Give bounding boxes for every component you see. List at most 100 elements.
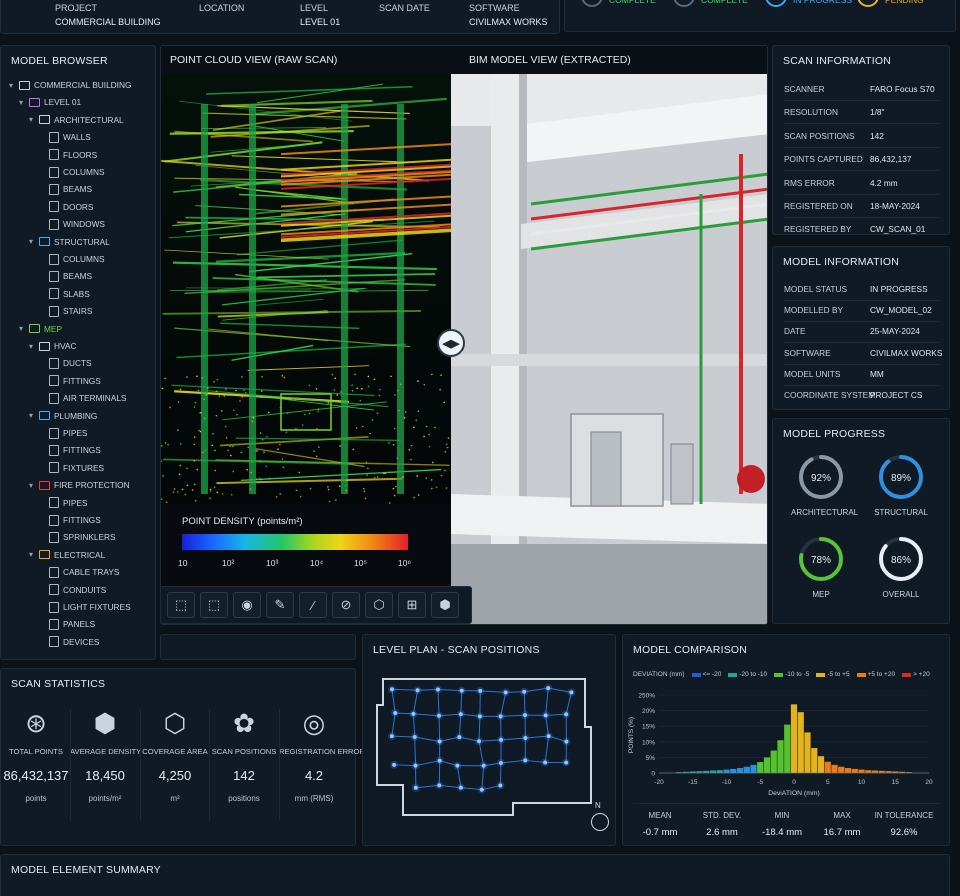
tree-item[interactable]: FITTINGS xyxy=(37,443,101,457)
model-viewer[interactable]: POINT CLOUD VIEW (RAW SCAN) BIM MODEL VI… xyxy=(160,45,768,625)
tree-item-label: FITTINGS xyxy=(63,375,101,386)
tree-item[interactable]: COLUMNS xyxy=(37,165,105,179)
tree-item[interactable]: CONDUITS xyxy=(37,583,106,597)
chevron-down-icon[interactable]: ▾ xyxy=(27,237,35,246)
toolbar-button[interactable]: ⬚ xyxy=(167,592,195,618)
chevron-down-icon[interactable]: ▾ xyxy=(7,81,15,90)
tree-item[interactable]: ▾ MEP xyxy=(17,322,62,336)
tree-item[interactable]: STAIRS xyxy=(37,304,92,318)
comparison-stat: IN TOLERANCE 92.6% xyxy=(873,811,935,838)
tree-item[interactable]: ▾ HVAC xyxy=(27,339,76,353)
folder-icon xyxy=(19,80,30,90)
toolbar-button[interactable]: ⬡ xyxy=(365,592,393,618)
tree-item-label: FLOORS xyxy=(63,149,98,160)
project-label: PROJECT xyxy=(55,3,98,13)
toolbar-button[interactable]: ⁄ xyxy=(299,592,327,618)
tree-item[interactable]: BEAMS xyxy=(37,269,92,283)
chevron-down-icon[interactable]: ▾ xyxy=(27,481,35,490)
chevron-down-icon[interactable]: ▾ xyxy=(27,115,35,124)
chevron-down-icon[interactable]: ▾ xyxy=(27,411,35,420)
stat-column: ⊛ TOTAL POINTS 86,432,137 points xyxy=(1,709,71,803)
tree-item[interactable]: DOORS xyxy=(37,200,93,214)
view-splitter-handle[interactable]: ◀▶ xyxy=(437,329,465,357)
tree-item[interactable]: ▾ ARCHITECTURAL xyxy=(27,113,124,127)
gauge-value: 89% xyxy=(891,473,911,484)
stat-label: SCAN POSITIONS xyxy=(211,747,277,756)
tree-item[interactable]: FITTINGS xyxy=(37,513,101,527)
camera-icon: ◉ xyxy=(241,597,253,612)
file-icon xyxy=(49,584,59,596)
tree-item[interactable]: PIPES xyxy=(37,426,87,440)
toolbar-button[interactable]: ⊞ xyxy=(398,592,426,618)
tree-item[interactable]: PANELS xyxy=(37,617,95,631)
row-divider xyxy=(783,217,939,218)
info-key: SOFTWARE xyxy=(784,347,831,358)
toolbar-button[interactable]: ⊘ xyxy=(332,592,360,618)
tree-item[interactable]: LIGHT FIXTURES xyxy=(37,600,131,614)
density-tick-label: 10³ xyxy=(266,558,279,568)
grid-select-icon: ⊞ xyxy=(406,597,418,612)
tree-item[interactable]: ▾ LEVEL 01 xyxy=(17,95,81,109)
tree-item[interactable]: FIXTURES xyxy=(37,461,104,475)
tree-item-label: FITTINGS xyxy=(63,445,101,456)
tree-item[interactable]: COLUMNS xyxy=(37,252,105,266)
gauge-ring: 78% xyxy=(799,537,843,581)
row-divider xyxy=(783,123,939,125)
tree-item[interactable]: FITTINGS xyxy=(37,374,101,388)
chevron-down-icon[interactable]: ▾ xyxy=(17,324,25,333)
tree-item[interactable]: CABLE TRAYS xyxy=(37,565,119,579)
tree-item[interactable]: WINDOWS xyxy=(37,217,105,231)
wire-box-icon: ⬡ xyxy=(163,708,187,738)
chevron-down-icon[interactable]: ▾ xyxy=(27,342,35,351)
stat-value: 86,432,137 xyxy=(3,768,69,783)
model-browser-title: MODEL BROWSER xyxy=(11,55,108,67)
status-step-label: IN PROGRESS xyxy=(793,0,853,5)
target-icon: ◎ xyxy=(302,708,326,738)
stat-value: 4,250 xyxy=(158,768,192,783)
legend-title: DEVIATION (mm) xyxy=(633,671,685,678)
tree-item[interactable]: PIPES xyxy=(37,496,87,510)
select-box-icon: ⬚ xyxy=(174,597,188,612)
file-icon xyxy=(49,444,59,456)
toolbar-button[interactable]: ⬢ xyxy=(431,592,459,618)
tree-item[interactable]: ▾ PLUMBING xyxy=(27,409,97,423)
y-axis-label: POINTS (%) xyxy=(628,717,635,753)
tree-item[interactable]: DUCTS xyxy=(37,356,92,370)
tree-item[interactable]: ▾ COMMERCIAL BUILDING xyxy=(7,78,131,92)
level-plan-map[interactable] xyxy=(363,665,615,845)
tree-item[interactable]: ▾ STRUCTURAL xyxy=(27,235,110,249)
bim-model-view[interactable] xyxy=(451,74,767,624)
histogram-bar xyxy=(777,740,784,773)
file-icon xyxy=(49,566,59,578)
tree-item[interactable]: FLOORS xyxy=(37,148,97,162)
comparison-stat-label: IN TOLERANCE xyxy=(874,811,934,820)
workflow-status: COMPLETE COMPLETE IN PROGRESS PENDING xyxy=(564,0,956,32)
file-icon xyxy=(49,392,59,404)
status-ring-icon xyxy=(765,0,787,7)
info-value: PROJECT CS xyxy=(870,390,923,400)
tree-item[interactable]: SPRINKLERS xyxy=(37,530,116,544)
file-icon xyxy=(49,357,59,369)
histogram-bar xyxy=(804,732,811,773)
pencil-icon: ✎ xyxy=(274,597,286,612)
toolbar-button[interactable]: ◉ xyxy=(233,592,261,618)
deviation-histogram: 0 5% 10% 15% 20% 250% -20 -15 -10 -5 0 5 10 15 20 DeviA… xyxy=(628,693,933,798)
tree-item[interactable]: ▾ FIRE PROTECTION xyxy=(27,478,130,492)
tree-item[interactable]: ▾ ELECTRICAL xyxy=(27,548,105,562)
model-progress-title: MODEL PROGRESS xyxy=(783,428,886,440)
toolbar-button[interactable]: ⬚ xyxy=(200,592,228,618)
chevron-down-icon[interactable]: ▾ xyxy=(27,550,35,559)
info-row: SCANNER FARO Focus S70 xyxy=(784,84,935,94)
histogram-bar xyxy=(838,766,845,773)
tree-item[interactable]: WALLS xyxy=(37,130,91,144)
histogram-bar xyxy=(730,768,737,773)
legend-item: +5 to +20 xyxy=(856,671,895,678)
toolbar-button[interactable]: ✎ xyxy=(266,592,294,618)
tree-item[interactable]: SLABS xyxy=(37,287,90,301)
histogram-bar xyxy=(790,704,798,773)
chevron-down-icon[interactable]: ▾ xyxy=(17,98,25,107)
tree-item[interactable]: AIR TERMINALS xyxy=(37,391,126,405)
tree-item[interactable]: DEVICES xyxy=(37,635,99,649)
progress-gauge: 86% OVERALL xyxy=(871,535,931,599)
tree-item[interactable]: BEAMS xyxy=(37,182,92,196)
